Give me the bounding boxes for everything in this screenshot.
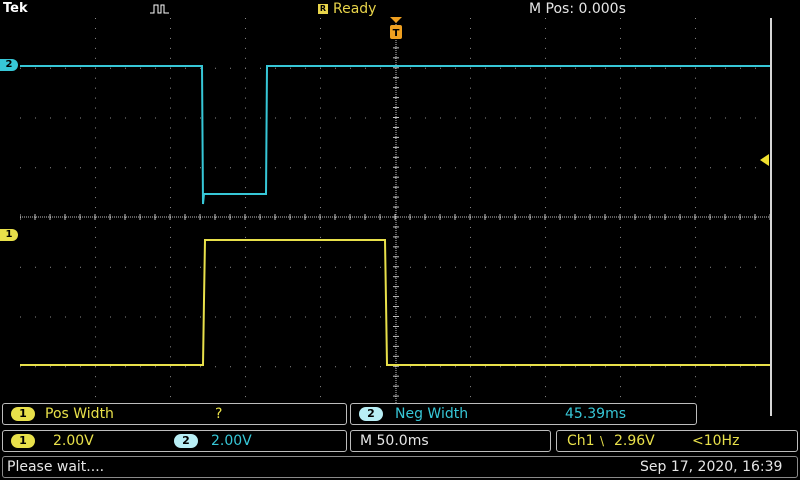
- ch2-badge: 2: [174, 434, 198, 448]
- acquisition-status-text: Ready: [333, 1, 377, 17]
- brand-logo: Tek: [3, 1, 28, 16]
- message-bar: Please wait.... Sep 17, 2020, 16:39: [0, 456, 800, 480]
- trigger-source: Ch1: [567, 433, 595, 449]
- vertical-scale-panel[interactable]: 1 2.00V 2 2.00V: [2, 430, 347, 452]
- waveform-display[interactable]: [20, 18, 772, 416]
- trigger-panel[interactable]: Ch1 \ 2.96V <10Hz: [556, 430, 798, 452]
- run-state-icon: R: [318, 4, 328, 14]
- trigger-position-icon[interactable]: T: [389, 17, 403, 41]
- timebase-readout: M 50.0ms: [360, 433, 429, 449]
- status-message: Please wait....: [7, 459, 105, 475]
- message-panel: Please wait.... Sep 17, 2020, 16:39: [2, 456, 798, 478]
- ch1-ground-marker[interactable]: 1: [0, 229, 18, 241]
- acquisition-status: R Ready: [318, 0, 376, 18]
- trigger-type-icon: [150, 4, 169, 14]
- trigger-position-label: T: [393, 28, 400, 39]
- measurement-1-name: Pos Width: [45, 406, 114, 422]
- ch2-waveform: [20, 65, 770, 205]
- measurement-2-panel[interactable]: 2 Neg Width 45.39ms: [350, 403, 697, 425]
- measurement-1-value: ?: [215, 406, 223, 422]
- measurement-2-value: 45.39ms: [565, 406, 627, 422]
- trigger-level: 2.96V: [614, 433, 655, 449]
- measurement-2-channel-badge: 2: [359, 407, 383, 421]
- trigger-frequency: <10Hz: [692, 433, 740, 449]
- measurement-2-name: Neg Width: [395, 406, 469, 422]
- date-time: Sep 17, 2020, 16:39: [640, 459, 783, 475]
- top-status-bar: Tek R Ready M Pos: 0.000s: [0, 0, 800, 18]
- graticule: [20, 18, 770, 416]
- ch2-ground-marker[interactable]: 2: [0, 59, 18, 71]
- trigger-level-icon[interactable]: [760, 154, 770, 166]
- timebase-panel[interactable]: M 50.0ms: [350, 430, 551, 452]
- ch1-volts-per-div: 2.00V: [53, 433, 94, 449]
- horizontal-position-readout: M Pos: 0.000s: [529, 1, 626, 17]
- ch2-volts-per-div: 2.00V: [211, 433, 252, 449]
- ch1-badge: 1: [11, 434, 35, 448]
- trigger-slope-icon: \: [600, 434, 605, 448]
- measurement-1-panel[interactable]: 1 Pos Width ?: [2, 403, 347, 425]
- measurement-1-channel-badge: 1: [11, 407, 35, 421]
